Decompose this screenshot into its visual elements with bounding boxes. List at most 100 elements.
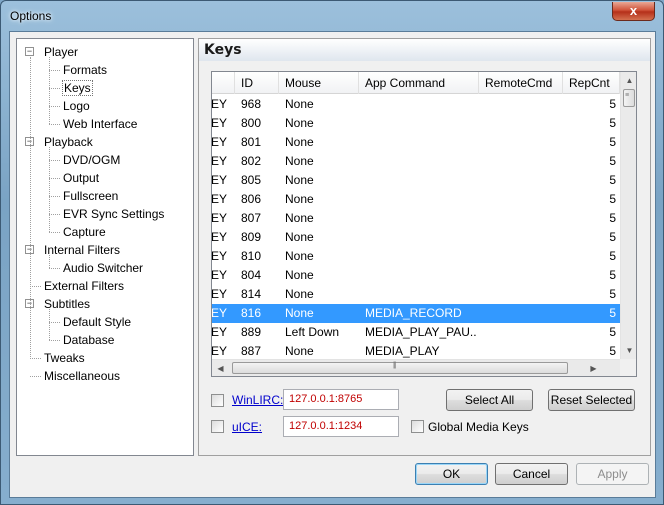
ok-button[interactable]: OK [415,463,488,485]
table-row[interactable]: KEY 804 None 5 [212,266,620,285]
global-media-keys-label[interactable]: Global Media Keys [428,420,529,434]
tree-item-database[interactable]: Database [49,331,114,349]
collapse-icon[interactable]: − [25,47,34,56]
column-header-app-command[interactable]: App Command [359,72,479,94]
tree-item-internal-filters[interactable]: − Internal Filters [25,241,121,259]
scroll-down-arrow-icon[interactable]: ▼ [621,342,636,359]
table-cell-id: 968 [241,97,262,111]
table-row[interactable]: KEY 889 Left Down MEDIA_PLAY_PAU... 5 [212,323,620,342]
tree-item-label: EVR Sync Settings [63,207,165,221]
table-cell-id: 802 [241,154,262,168]
table-cell-mouse: None [285,249,314,263]
table-cell-mouse: None [285,211,314,225]
tree-connector [30,376,41,377]
tree-connector [49,160,60,161]
table-cell-id: 810 [241,249,262,263]
scroll-up-arrow-icon[interactable]: ▲ [621,72,636,89]
table-cell-key: KEY [211,230,228,244]
table-cell-mouse: None [285,192,314,206]
tree-connector [49,309,50,340]
tree-item-audio-switcher[interactable]: Audio Switcher [49,259,144,277]
close-button[interactable]: x [612,2,655,21]
table-row[interactable]: KEY 806 None 5 [212,190,620,209]
column-header-mouse[interactable]: Mouse [279,72,359,94]
tree-item-fullscreen[interactable]: Fullscreen [49,187,118,205]
table-cell-app: MEDIA_PLAY_PAU... [365,325,477,339]
table-cell-key: KEY [211,306,228,320]
table-row[interactable]: KEY 802 None 5 [212,152,620,171]
table-row[interactable]: KEY 801 None 5 [212,133,620,152]
tree-item-formats[interactable]: Formats [49,61,107,79]
table-cell-key: KEY [211,249,228,263]
table-cell-rep: 5 [609,325,616,339]
tree-connector [49,232,60,233]
table-cell-mouse: None [285,306,314,320]
tree-item-external-filters[interactable]: External Filters [30,277,125,295]
table-row[interactable]: KEY 968 None 5 [212,95,620,114]
horizontal-scroll-thumb[interactable]: ||| [232,362,568,374]
tree-item-miscellaneous[interactable]: Miscellaneous [30,367,120,385]
close-icon: x [629,3,638,18]
table-cell-key: KEY [211,135,228,149]
table-cell-key: KEY [211,116,228,130]
cancel-button[interactable]: Cancel [495,463,568,485]
table-cell-id: 801 [241,135,262,149]
table-row[interactable]: KEY 810 None 5 [212,247,620,266]
tree-item-default-style[interactable]: Default Style [49,313,131,331]
tree-connector [30,358,41,359]
keys-list[interactable]: ID Mouse App Command RemoteCmd RepCnt KE… [211,71,637,377]
global-media-keys-checkbox[interactable] [411,420,424,433]
tree-item-tweaks[interactable]: Tweaks [30,349,85,367]
tree-item-logo[interactable]: Logo [49,97,90,115]
table-cell-rep: 5 [609,230,616,244]
table-row[interactable]: KEY 807 None 5 [212,209,620,228]
column-header-key[interactable] [212,72,235,94]
uice-checkbox[interactable] [211,420,224,433]
tree-connector [30,286,41,287]
panel-title: Keys [199,39,650,61]
tree-item-label: Logo [63,99,90,113]
tree-item-label: Internal Filters [44,243,121,257]
table-row[interactable]: KEY 800 None 5 [212,114,620,133]
table-row[interactable]: KEY 809 None 5 [212,228,620,247]
table-cell-mouse: None [285,154,314,168]
table-row[interactable]: KEY 805 None 5 [212,171,620,190]
table-cell-key: KEY [211,287,228,301]
winlirc-link[interactable]: WinLIRC: [232,393,283,407]
tree-item-keys[interactable]: Keys [49,79,93,97]
scroll-right-arrow-icon[interactable]: ▶ [585,360,602,376]
tree-item-evr-sync-settings[interactable]: EVR Sync Settings [49,205,165,223]
vertical-scroll-thumb[interactable]: ≡ [623,89,635,107]
tree-item-label: DVD/OGM [63,153,121,167]
scroll-corner [620,359,636,376]
column-header-id[interactable]: ID [235,72,279,94]
table-cell-key: KEY [211,192,228,206]
table-row[interactable]: KEY 814 None 5 [212,285,620,304]
tree-item-playback[interactable]: − Playback [25,133,93,151]
reset-selected-button[interactable]: Reset Selected [548,389,635,411]
column-header-remotecmd[interactable]: RemoteCmd [479,72,563,94]
table-cell-mouse: None [285,116,314,130]
uice-address-field[interactable]: 127.0.0.1:1234 [283,416,399,437]
tree-item-capture[interactable]: Capture [49,223,106,241]
tree-item-subtitles[interactable]: − Subtitles [25,295,90,313]
select-all-button[interactable]: Select All [446,389,533,411]
tree-item-label: Audio Switcher [63,261,144,275]
title-bar[interactable]: Options x [1,1,663,31]
uice-link[interactable]: uICE: [232,420,262,434]
table-cell-rep: 5 [609,192,616,206]
horizontal-scrollbar[interactable]: ◀ ||| ▶ [212,359,620,376]
vertical-scrollbar[interactable]: ▲ ≡ ▼ [620,72,636,359]
scroll-left-arrow-icon[interactable]: ◀ [212,360,229,376]
winlirc-checkbox[interactable] [211,394,224,407]
tree-item-dvd-ogm[interactable]: DVD/OGM [49,151,121,169]
keys-panel: Keys ID Mouse App Command RemoteCmd RepC… [198,38,651,456]
tree-item-web-interface[interactable]: Web Interface [49,115,137,133]
table-row[interactable]: KEY 816 None MEDIA_RECORD 5 [212,304,620,323]
tree-item-label: External Filters [44,279,125,293]
column-header-repcnt[interactable]: RepCnt [563,72,620,94]
tree-item-output[interactable]: Output [49,169,99,187]
apply-button[interactable]: Apply [576,463,649,485]
tree-connector [49,255,50,268]
winlirc-address-field[interactable]: 127.0.0.1:8765 [283,389,399,410]
